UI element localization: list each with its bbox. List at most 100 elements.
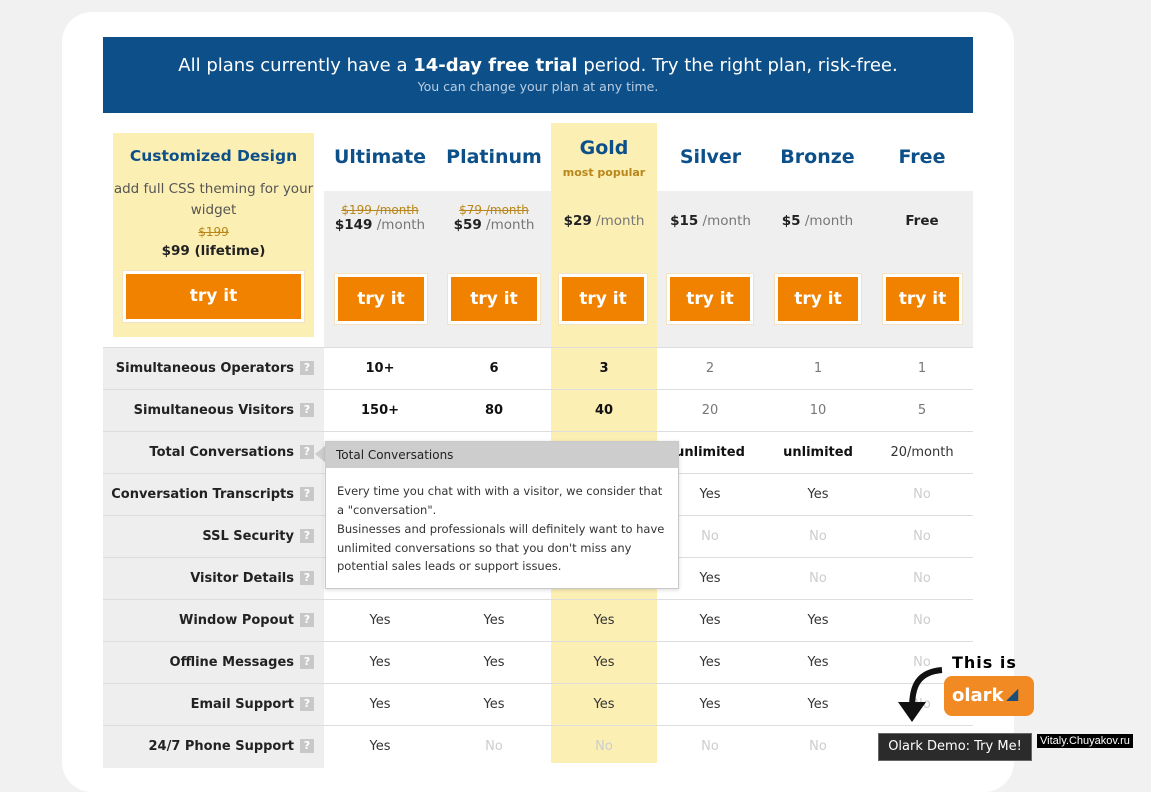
feature-value: Yes [369,739,391,754]
plan-name-silver: Silver [679,146,742,168]
help-icon[interactable]: ? [300,529,314,543]
price-gold: $29 /month [563,213,645,229]
help-icon[interactable]: ? [300,403,314,417]
feature-label-cell: Window Popout? [103,600,324,642]
feature-value: No [809,529,827,544]
plan-name-platinum: Platinum [446,146,542,168]
feature-row: Offline Messages? Yes Yes Yes Yes Yes No [103,641,973,684]
feature-label: SSL Security [202,529,294,544]
price-bronze: $5 /month [781,213,854,229]
olark-bird-icon: ◢ [1006,684,1019,703]
feature-value: Yes [369,613,391,628]
feature-value: Yes [807,655,829,670]
feature-value: Yes [699,697,721,712]
feature-value: Yes [593,613,615,628]
feature-label-cell: Offline Messages? [103,642,324,684]
feature-value: 20 [701,403,719,418]
custom-title: Customized Design [129,147,298,165]
feature-label-cell: Simultaneous Operators? [103,348,324,390]
feature-label-cell: Visitor Details? [103,558,324,600]
plan-name-bronze: Bronze [780,146,855,168]
feature-value: Yes [483,697,505,712]
feature-label: Simultaneous Visitors [133,403,294,418]
feature-value: No [809,739,827,754]
price-ultimate: $199 /month $149 /month [324,203,436,233]
custom-price: $99 (lifetime) [161,243,266,259]
feature-tooltip: Total Conversations Every time you chat … [325,441,679,589]
feature-value: 6 [489,361,499,376]
feature-label: Conversation Transcripts [111,487,294,502]
feature-label: Offline Messages [169,655,294,670]
feature-value: 2 [705,361,715,376]
help-icon[interactable]: ? [300,697,314,711]
price-silver: $15 /month [670,213,751,229]
feature-label-cell: Email Support? [103,684,324,726]
price-platinum: $79 /month $59 /month [437,203,551,233]
feature-value: No [595,739,613,754]
feature-value: 3 [599,361,609,376]
plan-name-ultimate: Ultimate [333,146,427,168]
feature-value: No [913,613,931,628]
tooltip-paragraph: Every time you chat with with a visitor,… [337,484,663,517]
feature-row: Email Support?YesYesYesYesYesNo [103,683,973,726]
try-button-bronze[interactable]: try it [775,274,861,324]
feature-label: Email Support [190,697,294,712]
feature-value: No [485,739,503,754]
feature-row: Window Popout? Yes Yes Yes Yes Yes No [103,599,973,642]
feature-value: Yes [807,487,829,502]
feature-value: Yes [483,655,505,670]
tooltip-paragraph: Businesses and professionals will defini… [337,522,665,573]
plan-name-gold: Gold [579,137,629,159]
feature-value: 20/month [890,445,954,460]
feature-value: 1 [813,361,823,376]
olark-demo-button[interactable]: Olark Demo: Try Me! [878,733,1032,761]
try-button-ultimate[interactable]: try it [335,274,427,324]
feature-value: 5 [917,403,927,418]
try-button-platinum[interactable]: try it [448,274,540,324]
help-icon[interactable]: ? [300,613,314,627]
try-button-free[interactable]: try it [883,274,962,324]
feature-value: No [701,739,719,754]
feature-value: Yes [593,655,615,670]
custom-old-price: $199 [198,225,229,239]
feature-row: Simultaneous Operators? 10+ 6 3 2 1 1 [103,347,973,390]
feature-value: 1 [917,361,927,376]
feature-label-cell: Total Conversations? [103,432,324,474]
this-is-label: This is [952,653,1017,672]
help-icon[interactable]: ? [300,571,314,585]
feature-label: Visitor Details [190,571,294,586]
feature-label-cell: 24/7 Phone Support? [103,726,324,768]
help-icon[interactable]: ? [300,445,314,459]
feature-value: unlimited [783,445,853,460]
feature-value: 10 [809,403,827,418]
feature-label-cell: Conversation Transcripts? [103,474,324,516]
watermark: Vitaly.Chuyakov.ru [1037,734,1133,748]
help-icon[interactable]: ? [300,487,314,501]
help-icon[interactable]: ? [300,739,314,753]
banner-headline: All plans currently have a 14-day free t… [178,55,898,76]
feature-value: 80 [484,403,504,418]
feature-label: Window Popout [179,613,294,628]
try-button-gold[interactable]: try it [559,274,647,324]
feature-label-cell: Simultaneous Visitors? [103,390,324,432]
feature-value: 40 [594,403,614,418]
feature-value: Yes [593,697,615,712]
olark-logo[interactable]: olark ◢ [944,676,1034,716]
feature-value: Yes [699,655,721,670]
feature-value: Yes [807,697,829,712]
try-button-silver[interactable]: try it [667,274,753,324]
most-popular-badge: most popular [562,166,646,179]
feature-value: No [913,529,931,544]
custom-try-button[interactable]: try it [123,271,304,322]
tooltip-title: Total Conversations [326,442,678,468]
feature-value: 10+ [365,361,395,376]
help-icon[interactable]: ? [300,361,314,375]
price-free: Free [905,213,939,229]
feature-value: Yes [699,613,721,628]
curved-arrow-icon [898,667,943,722]
feature-value: Yes [483,613,505,628]
feature-value: No [809,571,827,586]
old-price: $79 /month [459,203,529,217]
help-icon[interactable]: ? [300,655,314,669]
feature-label-cell: SSL Security? [103,516,324,558]
